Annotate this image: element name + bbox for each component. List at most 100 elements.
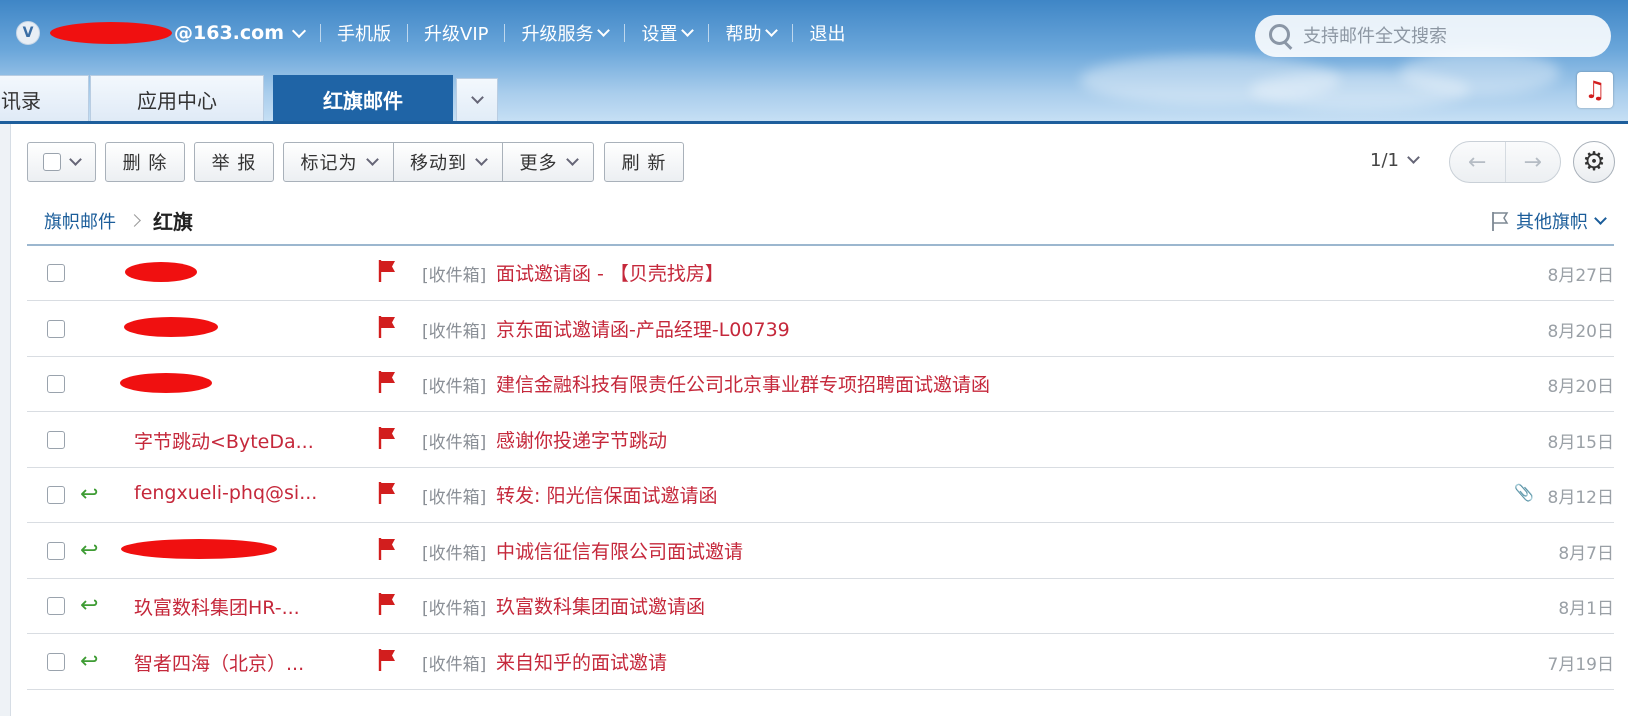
nav-help[interactable]: 帮助 [725, 20, 779, 46]
other-flags-label: 其他旗帜 [1516, 212, 1588, 233]
more-dropdown[interactable]: 更多 [502, 142, 594, 182]
row-checkbox[interactable] [47, 541, 65, 560]
attachment-icon: 📎 [1514, 483, 1534, 502]
sender-name[interactable] [120, 371, 212, 393]
search-box[interactable] [1255, 15, 1611, 57]
breadcrumb: 旗帜邮件 红旗 [44, 206, 193, 235]
row-checkbox[interactable] [47, 375, 65, 393]
nav-upgrade-service[interactable]: 升级服务 [521, 20, 611, 46]
folder-label: [收件箱] [422, 654, 487, 675]
breadcrumb-flagged-mail[interactable]: 旗帜邮件 [44, 208, 116, 234]
red-flag-icon[interactable] [376, 425, 398, 451]
tab-more-dropdown[interactable] [456, 78, 498, 122]
row-checkbox[interactable] [47, 264, 65, 282]
table-row[interactable]: ↩ 玖富数科集团HR-... [收件箱] 玖富数科集团面试邀请函 8月1日 [27, 579, 1614, 634]
other-flags-dropdown[interactable]: 其他旗帜 [1490, 208, 1607, 234]
email-subject[interactable]: 京东面试邀请函-产品经理-L00739 [496, 315, 790, 342]
table-row[interactable]: ↩ fengxueli-phq@si... [收件箱] 转发: 阳光信保面试邀请函 📎 8… [27, 468, 1614, 523]
red-flag-icon[interactable] [376, 314, 398, 340]
more-label: 更多 [519, 153, 558, 174]
account-menu[interactable]: @163.com [50, 22, 307, 45]
red-flag-icon[interactable] [376, 369, 398, 395]
redacted-sender [124, 317, 218, 337]
vip-badge-icon[interactable]: V [16, 21, 40, 45]
sender-name[interactable]: 玖富数科集团HR-... [134, 593, 300, 620]
red-flag-icon[interactable] [376, 591, 398, 617]
page-nav: ← → [1449, 141, 1561, 183]
search-icon[interactable] [1269, 24, 1293, 50]
redacted-sender [125, 261, 197, 282]
chevron-down-icon [365, 152, 379, 166]
move-to-dropdown[interactable]: 移动到 [393, 142, 503, 182]
table-row[interactable]: [收件箱] 面试邀请函 - 【贝壳找房】 8月27日 [27, 246, 1614, 301]
sender-name[interactable]: fengxueli-phq@si... [134, 482, 317, 504]
folder-label: [收件箱] [422, 543, 487, 564]
sender-name[interactable] [121, 538, 277, 560]
email-subject[interactable]: 中诚信征信有限公司面试邀请 [496, 537, 743, 564]
nav-logout[interactable]: 退出 [809, 20, 845, 46]
chevron-down-icon [291, 23, 307, 38]
nav-settings[interactable]: 设置 [641, 20, 695, 46]
folder-label: [收件箱] [422, 321, 487, 342]
nav-divider [792, 24, 794, 42]
select-all-dropdown[interactable] [27, 142, 96, 182]
report-button[interactable]: 举 报 [194, 142, 274, 182]
music-button[interactable]: ♫ [1577, 72, 1613, 108]
search-input[interactable] [1301, 24, 1605, 48]
nav-mobile[interactable]: 手机版 [337, 20, 391, 46]
folder-label: [收件箱] [422, 266, 487, 286]
sender-name[interactable]: 智者四海（北京）... [134, 649, 304, 676]
row-checkbox[interactable] [47, 597, 65, 615]
red-flag-icon[interactable] [376, 480, 398, 506]
table-row[interactable]: [收件箱] 京东面试邀请函-产品经理-L00739 8月20日 [27, 302, 1614, 357]
email-subject[interactable]: 来自知乎的面试邀请 [496, 648, 667, 675]
row-checkbox[interactable] [47, 319, 65, 338]
replied-arrow-icon: ↩ [80, 537, 99, 563]
delete-button[interactable]: 删 除 [105, 142, 185, 182]
chevron-down-icon [475, 152, 488, 166]
tab-contacts[interactable]: 讯录 [0, 75, 89, 122]
email-date: 8月12日 [1547, 488, 1614, 508]
nav-divider [624, 24, 626, 42]
sender-name[interactable]: 字节跳动<ByteDa... [134, 427, 314, 454]
red-flag-icon[interactable] [376, 647, 398, 673]
mark-as-label: 标记为 [300, 153, 358, 174]
nav-divider [320, 24, 321, 42]
table-row[interactable]: ↩ [收件箱] 中诚信征信有限公司面试邀请 8月7日 [27, 524, 1614, 579]
email-subject[interactable]: 感谢你投递字节跳动 [496, 426, 667, 453]
tab-red-flag-mail[interactable]: 红旗邮件 [273, 75, 453, 122]
table-row[interactable]: 字节跳动<ByteDa... [收件箱] 感谢你投递字节跳动 8月15日 [27, 413, 1614, 468]
email-subject[interactable]: 面试邀请函 - 【贝壳找房】 [496, 259, 724, 286]
header-divider [0, 121, 1628, 124]
folder-label: [收件箱] [422, 599, 487, 619]
table-row[interactable]: [收件箱] 建信金融科技有限责任公司北京事业群专项招聘面试邀请函 8月20日 [27, 357, 1614, 412]
row-checkbox[interactable] [47, 652, 65, 671]
row-checkbox[interactable] [47, 486, 65, 504]
nav-upgrade-vip[interactable]: 升级VIP [424, 20, 488, 46]
page-selector[interactable]: 1/1 [1370, 150, 1420, 171]
red-flag-icon[interactable] [376, 258, 398, 284]
refresh-button[interactable]: 刷 新 [604, 142, 684, 182]
mark-as-dropdown[interactable]: 标记为 [283, 142, 394, 182]
select-all-checkbox[interactable] [43, 153, 61, 171]
email-subject[interactable]: 建信金融科技有限责任公司北京事业群专项招聘面试邀请函 [496, 370, 990, 397]
page-indicator: 1/1 [1370, 150, 1399, 171]
nav-divider [504, 24, 506, 42]
music-note-icon: ♫ [1584, 76, 1606, 104]
email-subject[interactable]: 转发: 阳光信保面试邀请函 [496, 481, 717, 508]
replied-arrow-icon: ↩ [80, 593, 99, 618]
table-row[interactable]: ↩ 智者四海（北京）... [收件箱] 来自知乎的面试邀请 7月19日 [27, 635, 1614, 690]
email-subject[interactable]: 玖富数科集团面试邀请函 [496, 592, 705, 619]
tab-app-center[interactable]: 应用中心 [90, 75, 264, 122]
sender-name[interactable] [125, 260, 197, 282]
gear-icon[interactable]: ⚙ [1573, 141, 1615, 183]
red-flag-icon[interactable] [376, 536, 398, 562]
next-page-arrow-icon[interactable]: → [1506, 142, 1561, 182]
chevron-down-icon [765, 23, 779, 37]
chevron-down-icon [1407, 151, 1420, 164]
email-date: 7月19日 [1547, 654, 1614, 675]
prev-page-arrow-icon[interactable]: ← [1450, 142, 1506, 182]
row-checkbox[interactable] [47, 430, 65, 449]
sender-name[interactable] [124, 316, 218, 338]
chevron-down-icon [681, 23, 695, 37]
